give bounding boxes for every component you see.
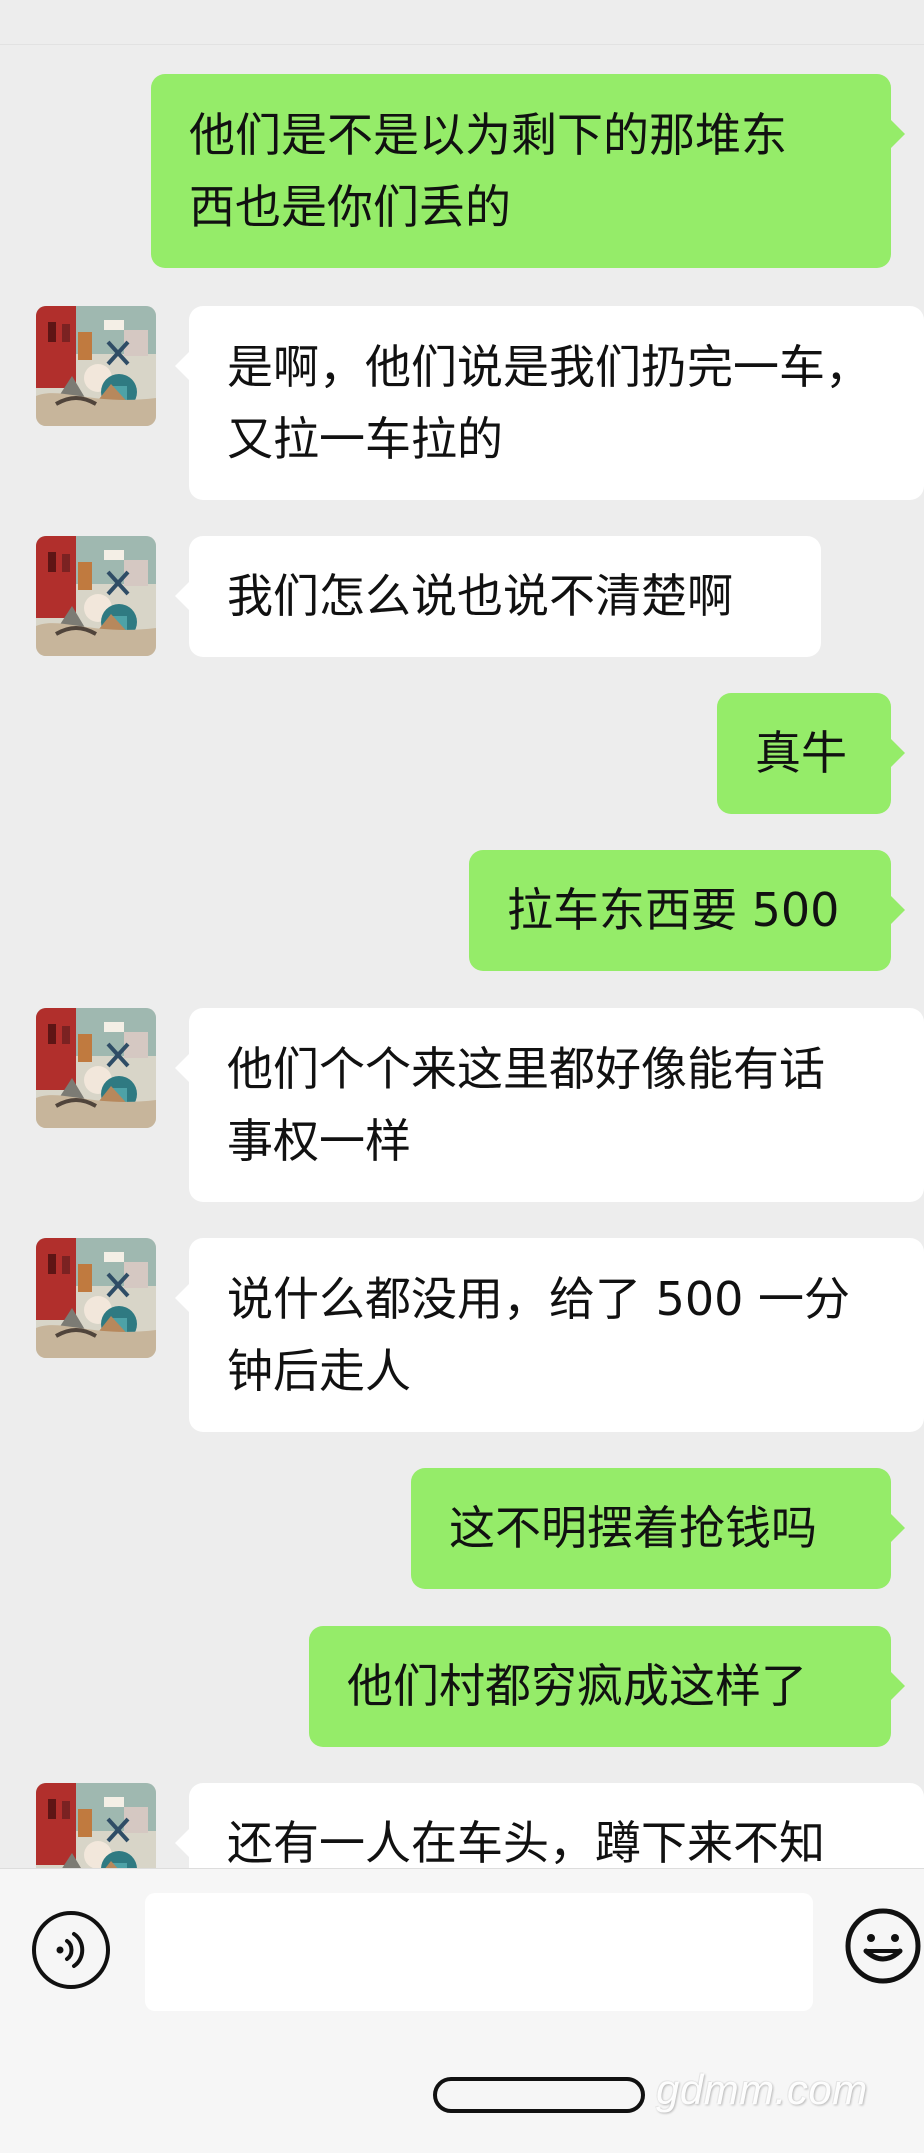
voice-icon [56,1932,85,1968]
contact-avatar[interactable] [36,306,156,426]
message-input[interactable] [145,1893,813,2011]
watermark-text: gdmm.com [656,2066,868,2113]
contact-avatar[interactable] [36,1238,156,1358]
message-bubble-received[interactable]: 我们怎么说也说不清楚啊 [175,536,821,657]
painting-avatar-icon [36,1238,156,1358]
home-indicator[interactable] [433,2077,645,2113]
chat-input-bar: gdmm.com [0,1868,924,2153]
message-bubble-received[interactable]: 是啊，他们说是我们扔完一车， 又拉一车拉的 [175,306,924,500]
painting-avatar-icon [36,306,156,426]
painting-avatar-icon [36,1008,156,1128]
message-bubble-received[interactable]: 说什么都没用，给了 500 一分 钟后走人 [175,1238,924,1432]
contact-avatar[interactable] [36,1008,156,1128]
top-strip [0,0,924,45]
emoji-button[interactable] [842,1905,924,1987]
voice-button[interactable] [32,1911,110,1989]
painting-avatar-icon [36,1783,156,1868]
message-bubble-received[interactable]: 他们个个来这里都好像能有话 事权一样 [175,1008,924,1202]
chat-area[interactable]: 他们是不是以为剩下的那堆东 西也是你们丢的 是啊，他们说是我们扔完一车， 又拉一… [0,0,924,1868]
contact-avatar[interactable] [36,1783,156,1868]
emoji-icon [845,1908,921,1984]
message-bubble-sent[interactable]: 真牛 [717,693,905,814]
message-bubble-sent[interactable]: 他们村都穷疯成这样了 [309,1626,905,1747]
painting-avatar-icon [36,536,156,656]
message-bubble-received[interactable]: 还有一人在车头，蹲下来不知 [175,1783,924,1868]
message-bubble-sent[interactable]: 他们是不是以为剩下的那堆东 西也是你们丢的 [151,74,905,268]
message-bubble-sent[interactable]: 拉车东西要 500 [469,850,905,971]
message-bubble-sent[interactable]: 这不明摆着抢钱吗 [411,1468,905,1589]
contact-avatar[interactable] [36,536,156,656]
